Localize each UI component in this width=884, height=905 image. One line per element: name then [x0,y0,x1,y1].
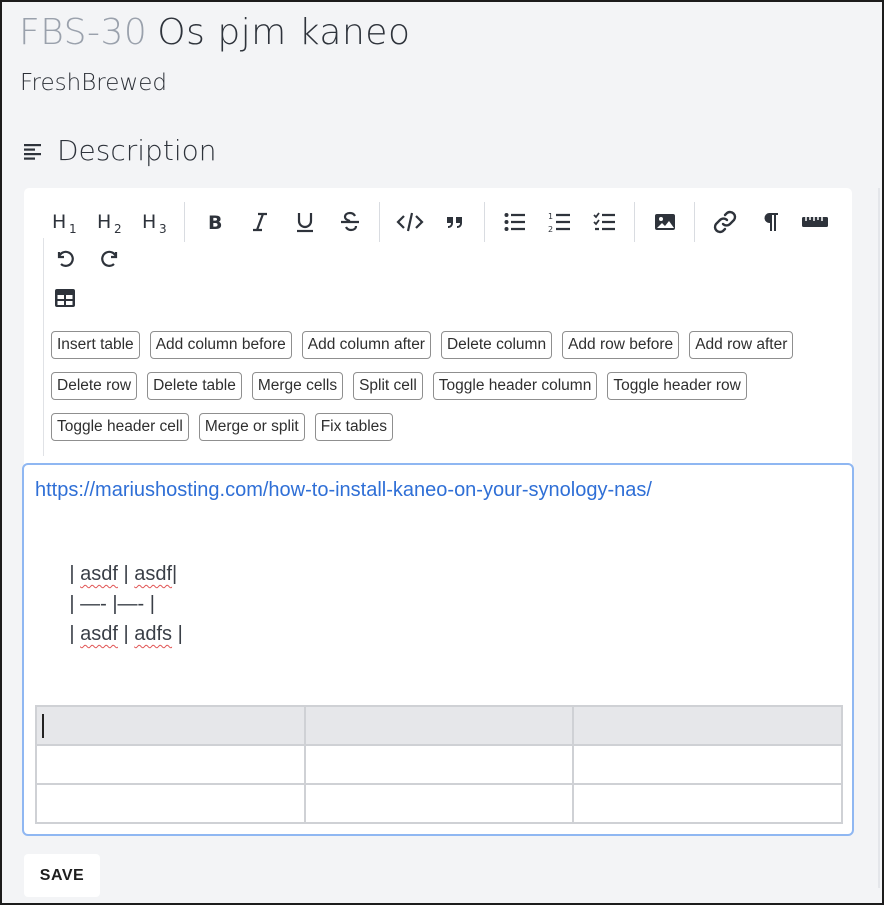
svg-text:H: H [97,211,111,233]
issue-name[interactable]: Os pjm kaneo [157,12,410,53]
text-cursor [42,713,44,738]
toolbar-divider [379,202,380,242]
svg-text:2: 2 [114,222,122,236]
ordered-list-icon[interactable]: 12 [537,206,582,238]
svg-text:1: 1 [548,212,553,221]
table-cell[interactable] [303,783,575,824]
save-button[interactable]: SAVE [24,854,100,897]
code-icon[interactable] [387,206,432,238]
table-action-add-column-before-button[interactable]: Add column before [149,331,292,359]
align-left-icon [24,143,41,160]
table-action-fix-tables-button[interactable]: Fix tables [314,413,394,441]
table-action-merge-or-split-button[interactable]: Merge or split [198,413,305,441]
table-actions: Insert table Add column before Add column … [51,331,841,441]
toolbar-row-history [42,242,132,274]
heading-2-icon[interactable]: H2 [87,206,132,238]
table-action-add-row-after-button[interactable]: Add row after [689,331,794,359]
ruler-icon[interactable] [792,206,837,238]
table-row [35,705,843,746]
toolbar-row-table [42,282,87,314]
undo-icon[interactable] [42,242,87,274]
description-heading: Description [57,134,217,167]
table-action-delete-column-button[interactable]: Delete column [440,331,553,359]
table-action-toggle-header-column-button[interactable]: Toggle header column [432,372,598,400]
panel-edge [878,188,880,888]
italic-icon[interactable] [237,206,282,238]
svg-text:3: 3 [159,222,167,236]
table-cell[interactable] [35,783,306,824]
table-action-split-cell-button[interactable]: Split cell [353,372,423,400]
editor-link[interactable]: https://mariushosting.com/how-to-install… [35,479,652,502]
description-header: Description [23,134,216,167]
toolbar-divider [634,202,635,242]
task-list-icon[interactable] [582,206,627,238]
issue-key: FBS-30 [19,12,148,53]
table-cell[interactable] [35,744,306,785]
table-action-insert-table-button[interactable]: Insert table [51,331,140,359]
svg-text:2: 2 [548,225,553,234]
issue-window: FBS-30 Os pjm kaneo FreshBrewed Descripti… [0,0,884,905]
table-action-add-row-before-button[interactable]: Add row before [562,331,680,359]
toolbar-divider [484,202,485,242]
description-editor[interactable]: https://mariushosting.com/how-to-install… [22,463,854,836]
svg-text:B: B [208,212,222,234]
bullet-list-icon[interactable] [492,206,537,238]
editor-toolbar: H1 H2 H3 B 1 2 Insert table Add column b… [24,188,852,466]
table-header-cell[interactable] [572,705,843,746]
table-icon[interactable] [42,282,87,314]
svg-text:H: H [142,211,156,233]
image-icon[interactable] [642,206,687,238]
underline-icon[interactable] [282,206,327,238]
table-cell[interactable] [572,783,843,824]
table-action-add-column-after-button[interactable]: Add column after [301,331,431,359]
strikethrough-icon[interactable] [327,206,372,238]
table-row [35,783,843,824]
table-header-cell[interactable] [35,705,306,746]
heading-1-icon[interactable]: H1 [42,206,87,238]
table-action-toggle-header-row-button[interactable]: Toggle header row [607,372,747,400]
project-name: FreshBrewed [20,70,167,96]
svg-text:H: H [52,211,66,233]
issue-title: FBS-30 Os pjm kaneo [19,12,410,53]
toolbar-divider [184,202,185,242]
table-header-cell[interactable] [303,705,575,746]
table-row [35,744,843,785]
redo-icon[interactable] [87,242,132,274]
paragraph-icon[interactable] [747,206,792,238]
table-action-delete-table-button[interactable]: Delete table [147,372,242,400]
toolbar-row-formatting: H1 H2 H3 B 1 2 [42,202,837,242]
toolbar-divider [694,202,695,242]
table-action-toggle-header-cell-button[interactable]: Toggle header cell [51,413,189,441]
heading-3-icon[interactable]: H3 [132,206,177,238]
link-icon[interactable] [702,206,747,238]
table-action-merge-cells-button[interactable]: Merge cells [251,372,344,400]
table-cell[interactable] [303,744,575,785]
editor-text-line: | asdf | adfs | [69,623,183,645]
quote-icon[interactable] [432,206,477,238]
svg-text:1: 1 [69,222,77,236]
editor-table [35,705,843,824]
table-cell[interactable] [572,744,843,785]
bold-icon[interactable]: B [192,206,237,238]
table-action-delete-row-button[interactable]: Delete row [51,372,138,400]
